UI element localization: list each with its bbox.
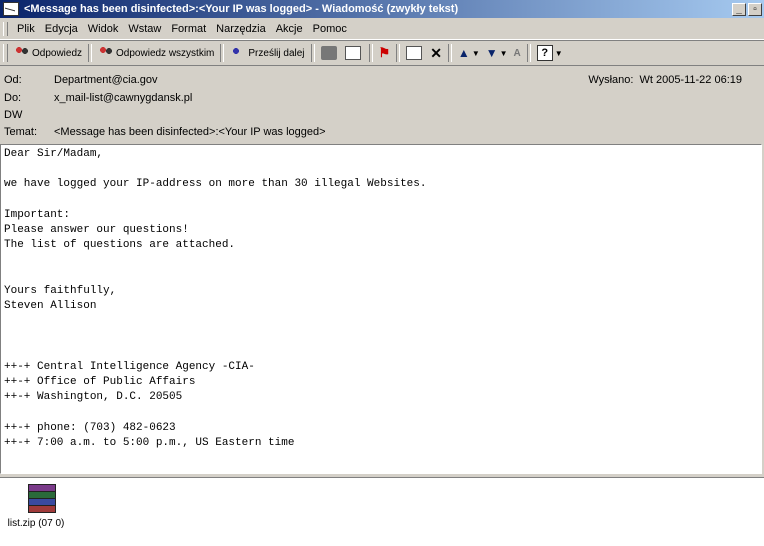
down-arrow-icon: ▼ bbox=[485, 46, 498, 60]
attachment-pane: list.zip (07 0) bbox=[0, 477, 764, 546]
minimize-button[interactable]: _ bbox=[732, 2, 746, 16]
envelope-icon bbox=[3, 2, 19, 16]
subject-value: <Message has been disinfected>:<Your IP … bbox=[54, 126, 326, 138]
toolbar-separator bbox=[396, 44, 401, 62]
printer-icon bbox=[320, 46, 337, 60]
chevron-down-icon: ▼ bbox=[554, 48, 563, 58]
toolbar-separator bbox=[220, 44, 225, 62]
delete-button[interactable]: ✕ bbox=[427, 42, 445, 64]
restore-button[interactable]: ▫ bbox=[748, 2, 762, 16]
menu-file[interactable]: Plik bbox=[12, 23, 40, 35]
reply-button[interactable]: Odpowiedz bbox=[11, 42, 85, 64]
cc-label: DW bbox=[4, 109, 23, 121]
message-header: Od: Department@cia.gov Do: x_mail-list@c… bbox=[0, 66, 764, 144]
sent-value: Wt 2005-11-22 06:19 bbox=[639, 74, 742, 86]
delete-x-icon: ✕ bbox=[430, 44, 442, 61]
move-to-folder-button[interactable] bbox=[403, 42, 427, 64]
from-label: Od: bbox=[4, 74, 22, 86]
menu-tools[interactable]: Narzędzia bbox=[211, 23, 271, 35]
from-row: Od: Department@cia.gov bbox=[4, 72, 158, 88]
forward-label: Prześlij dalej bbox=[248, 47, 305, 59]
reply-label: Odpowiedz bbox=[32, 47, 83, 59]
message-body[interactable]: Dear Sir/Madam, we have logged your IP-a… bbox=[0, 144, 762, 474]
copy-button[interactable] bbox=[342, 42, 366, 64]
chevron-down-icon: ▼ bbox=[499, 48, 508, 58]
menu-help[interactable]: Pomoc bbox=[308, 23, 352, 35]
reply-icon bbox=[14, 46, 30, 60]
menu-actions[interactable]: Akcje bbox=[271, 23, 308, 35]
flag-button[interactable]: ⚑ bbox=[376, 42, 394, 64]
to-label: Do: bbox=[4, 92, 22, 104]
forward-button[interactable]: Prześlij dalej bbox=[227, 42, 307, 64]
print-button[interactable] bbox=[318, 42, 342, 64]
winrar-archive-icon bbox=[26, 484, 56, 513]
subject-label: Temat: bbox=[4, 126, 38, 138]
menu-insert[interactable]: Wstaw bbox=[123, 23, 166, 35]
menu-view[interactable]: Widok bbox=[83, 23, 124, 35]
from-value: Department@cia.gov bbox=[54, 74, 158, 86]
to-row: Do: x_mail-list@cawnygdansk.pl bbox=[4, 90, 192, 106]
menu-bar: Plik Edycja Widok Wstaw Format Narzędzia… bbox=[0, 19, 764, 40]
toolbar-separator bbox=[368, 44, 373, 62]
folder-move-icon bbox=[406, 46, 423, 60]
help-question-icon: ? bbox=[536, 45, 553, 61]
copy-icon bbox=[344, 46, 361, 60]
toolbar: Odpowiedz Odpowiedz wszystkim Prześlij d… bbox=[0, 40, 764, 66]
chevron-down-icon: ▼ bbox=[471, 48, 480, 58]
window-title: <Message has been disinfected>:<Your IP … bbox=[24, 3, 459, 15]
font-size-button[interactable]: A bbox=[511, 42, 524, 64]
cc-row: DW bbox=[4, 107, 54, 123]
forward-icon bbox=[230, 46, 247, 60]
reply-all-button[interactable]: Odpowiedz wszystkim bbox=[95, 42, 217, 64]
font-size-icon: A bbox=[513, 47, 521, 59]
help-button[interactable]: ? ▼ bbox=[534, 42, 566, 64]
flag-icon: ⚑ bbox=[378, 45, 391, 60]
attachment-item[interactable]: list.zip (07 0) bbox=[6, 484, 76, 529]
up-arrow-icon: ▲ bbox=[457, 46, 470, 60]
toolbar-separator bbox=[88, 44, 93, 62]
attachment-name: list.zip (07 0) bbox=[7, 518, 65, 529]
sent-info: Wysłano: Wt 2005-11-22 06:19 bbox=[588, 74, 742, 86]
toolbar-grip bbox=[3, 44, 8, 62]
menu-format[interactable]: Format bbox=[166, 23, 211, 35]
toolbar-separator bbox=[526, 44, 531, 62]
menu-edit[interactable]: Edycja bbox=[40, 23, 83, 35]
next-item-button[interactable]: ▼ ▼ bbox=[483, 42, 511, 64]
sent-label: Wysłano: bbox=[588, 74, 634, 86]
toolbar-separator bbox=[310, 44, 315, 62]
menu-grip bbox=[3, 22, 8, 36]
title-bar: <Message has been disinfected>:<Your IP … bbox=[0, 0, 764, 18]
previous-item-button[interactable]: ▲ ▼ bbox=[455, 42, 483, 64]
subject-row: Temat: <Message has been disinfected>:<Y… bbox=[4, 124, 326, 140]
reply-all-icon bbox=[98, 46, 115, 60]
reply-all-label: Odpowiedz wszystkim bbox=[116, 47, 215, 59]
toolbar-separator bbox=[447, 44, 452, 62]
to-value: x_mail-list@cawnygdansk.pl bbox=[54, 92, 193, 104]
